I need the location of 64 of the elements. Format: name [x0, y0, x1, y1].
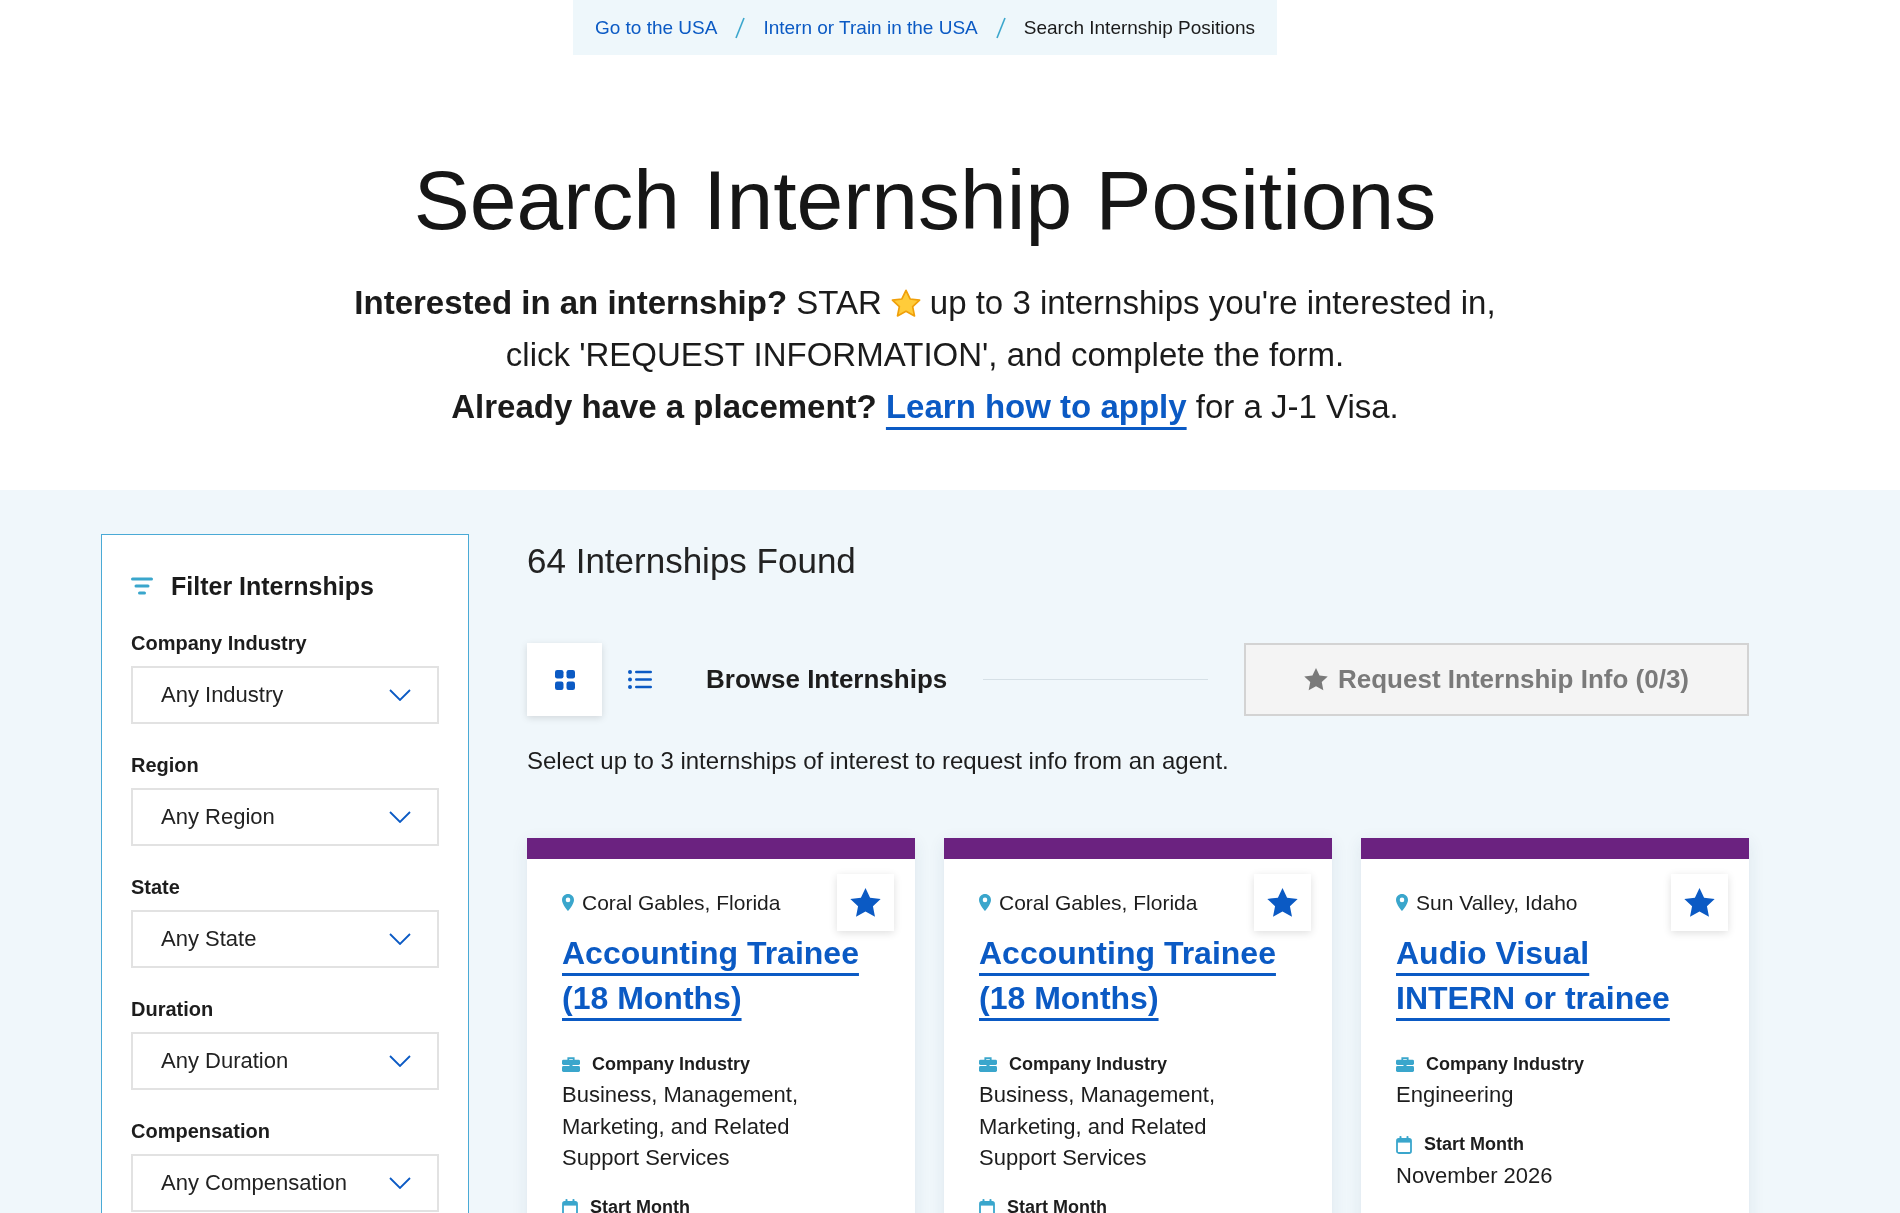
filter-label: Company Industry	[131, 631, 308, 655]
chevron-down-icon	[389, 689, 411, 701]
filter-panel-title: Filter Internships	[171, 571, 374, 601]
filter-label: State	[131, 875, 181, 899]
intro-text: click 'REQUEST INFORMATION', and complete the form.	[505, 335, 1345, 375]
filter-label: Region	[131, 753, 200, 777]
location-text: Coral Gables, Florida	[582, 890, 781, 915]
detail-label: Start Month	[1007, 1197, 1107, 1213]
filter-dropdown[interactable]: Any Region	[131, 788, 439, 846]
detail-label: Start Month	[590, 1197, 690, 1213]
page-title: Search Internship Positions	[413, 152, 1437, 249]
chevron-down-icon	[389, 1177, 411, 1189]
filter-dropdown[interactable]: Any Compensation	[131, 1154, 439, 1212]
calendar-icon	[979, 1198, 995, 1213]
slash-separator-icon	[735, 16, 746, 39]
breadcrumb-current-page: Search Internship Positions	[1023, 16, 1256, 39]
filter-dropdown[interactable]: Any Industry	[131, 666, 439, 724]
results-count: 64 Internships Found	[527, 541, 857, 581]
filter-label: Compensation	[131, 1119, 271, 1143]
list-view-icon	[627, 670, 652, 689]
slash-separator-icon	[995, 16, 1006, 39]
filter-icon	[131, 577, 153, 595]
star-button[interactable]	[1671, 874, 1728, 931]
internship-title-link[interactable]: Accounting Trainee (18 Months)	[979, 931, 1292, 1021]
map-pin-icon	[562, 894, 574, 911]
internship-title-link[interactable]: Audio Visual INTERN or trainee	[1396, 931, 1709, 1021]
briefcase-icon	[562, 1056, 580, 1072]
chevron-down-icon	[389, 933, 411, 945]
learn-how-to-apply-link[interactable]: Learn how to apply	[885, 388, 1187, 425]
map-pin-icon	[1396, 894, 1408, 911]
calendar-icon	[562, 1198, 578, 1213]
grid-view-icon	[554, 669, 575, 690]
intro-text: Interested in an internship? STAR	[354, 283, 882, 323]
detail-label: Start Month	[1424, 1134, 1524, 1155]
grid-view-button[interactable]	[527, 643, 602, 716]
breadcrumb-link[interactable]: Intern or Train in the USA	[763, 16, 978, 39]
detail-value: Engineering	[1396, 1081, 1514, 1109]
location-text: Sun Valley, Idaho	[1416, 890, 1578, 915]
calendar-icon	[1396, 1135, 1412, 1154]
star-icon	[1304, 668, 1328, 691]
intro-text: Already have a placement? Learn how to apply for a J-1 Visa.	[451, 387, 1399, 427]
internship-title-link[interactable]: Accounting Trainee (18 Months)	[562, 931, 875, 1021]
filter-dropdown[interactable]: Any State	[131, 910, 439, 968]
filter-label: Duration	[131, 997, 215, 1021]
chevron-down-icon	[389, 811, 411, 823]
detail-label: Company Industry	[592, 1053, 751, 1075]
detail-value: Business, Management, Marketing, and Related Support Services	[979, 1081, 1217, 1172]
detail-value: November 2026	[1396, 1161, 1553, 1190]
star-button[interactable]	[837, 874, 894, 931]
filter-dropdown[interactable]: Any Duration	[131, 1032, 439, 1090]
detail-value: Business, Management, Marketing, and Related Support Services	[562, 1081, 800, 1172]
breadcrumb-link[interactable]: Go to the USA	[594, 16, 718, 39]
star-icon	[890, 288, 921, 318]
hint-text: Select up to 3 internships of interest to request info from an agent.	[527, 746, 1230, 776]
section-title: Browse Internships	[706, 664, 948, 695]
intro-text: up to 3 internships you're interested in,	[929, 283, 1496, 323]
chevron-down-icon	[389, 1055, 411, 1067]
star-button[interactable]	[1254, 874, 1311, 931]
map-pin-icon	[979, 894, 991, 911]
briefcase-icon	[1396, 1056, 1414, 1072]
detail-label: Company Industry	[1009, 1053, 1168, 1075]
location-text: Coral Gables, Florida	[999, 890, 1198, 915]
briefcase-icon	[979, 1056, 997, 1072]
detail-label: Company Industry	[1426, 1053, 1585, 1075]
